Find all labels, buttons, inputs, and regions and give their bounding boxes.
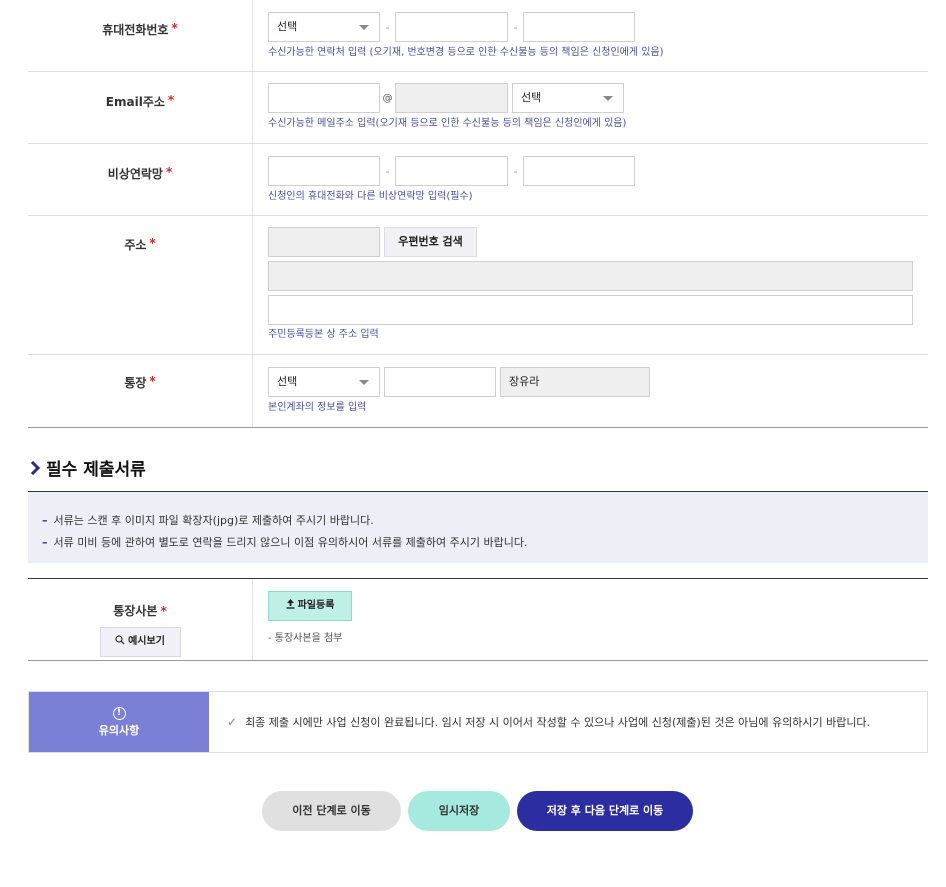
row-mobile: 휴대전화번호 * 선택 - - 수신가능한 연락처 입력 (오기재, 번호변경 등으… [28,0,928,72]
label-bank-text: 통장 [124,376,147,390]
value-emergency: - - 신청인의 휴대전화와 다른 비상연락망 입력(필수) [253,144,928,215]
bank-select-value: 선택 [277,375,298,388]
example-view-label: 예시보기 [128,636,165,647]
label-mobile-text: 휴대전화번호 [102,23,169,37]
email-domain-select[interactable]: 선택 [512,83,624,113]
chevron-down-icon [359,380,369,385]
temp-save-button[interactable]: 임시저장 [408,791,510,831]
mobile-help-text: 수신가능한 연락처 입력 (오기재, 번호변경 등으로 인한 수신불능 등의 책… [268,47,664,58]
mobile-last-input[interactable] [523,12,635,42]
dash-separator: - [513,164,518,178]
notice-bullet: – [42,536,48,549]
bank-select[interactable]: 선택 [268,367,380,397]
section-title-documents: 필수 제출서류 [25,455,146,480]
required-mark: * [160,604,167,618]
email-id-input[interactable] [268,83,380,113]
email-help-text: 수신가능한 메일주소 입력(오기재 등으로 인한 수신불능 등의 책임은 신청인… [268,118,627,129]
check-icon: ✓ [227,715,238,729]
emergency-middle-input[interactable] [395,156,508,186]
chevron-right-icon [25,460,41,475]
emergency-help-text: 신청인의 휴대전화와 다른 비상연락망 입력(필수) [268,191,473,202]
emergency-first-input[interactable] [268,156,380,186]
zipcode-search-button[interactable]: 우편번호 검색 [384,227,477,257]
chevron-down-icon [359,25,369,30]
caution-box: ! 유의사항 ✓ 최종 제출 시에만 사업 신청이 완료됩니다. 임시 저장 시… [28,691,928,753]
label-bankbook-text: 통장사본 [113,604,158,618]
emergency-last-input[interactable] [523,156,635,186]
zipcode-input[interactable] [268,227,380,257]
required-mark: * [171,21,178,35]
label-bankbook-title: 통장사본 * [113,602,166,619]
dash-separator: - [385,164,390,178]
dash-separator: - [513,20,518,34]
caution-text: 최종 제출 시에만 사업 신청이 완료됩니다. 임시 저장 시 이어서 작성할 … [245,716,871,729]
row-address: 주소 * 우편번호 검색 주민등록등본 상 주소 입력 [28,216,928,355]
save-next-button[interactable]: 저장 후 다음 단계로 이동 [517,791,693,831]
value-address: 우편번호 검색 주민등록등본 상 주소 입력 [253,216,928,354]
action-bar: 이전 단계로 이동 임시저장 저장 후 다음 단계로 이동 [0,791,946,831]
at-sign: @ [382,92,393,104]
mobile-prefix-select[interactable]: 선택 [268,12,380,42]
required-mark: * [149,374,156,388]
search-icon [115,635,125,645]
bank-help-text: 본인계좌의 정보를 입력 [268,402,367,413]
address-base-input[interactable] [268,261,913,291]
caution-body: ✓ 최종 제출 시에만 사업 신청이 완료됩니다. 임시 저장 시 이어서 작성… [209,692,927,752]
upload-icon [286,599,295,609]
caution-header: ! 유의사항 [29,692,209,752]
notice-text: 서류는 스캔 후 이미지 파일 확장자(jpg)로 제출하여 주시기 바랍니다. [53,514,374,527]
label-emergency-text: 비상연락망 [107,167,163,181]
file-upload-label: 파일등록 [297,600,335,611]
documents-notice: – 서류는 스캔 후 이미지 파일 확장자(jpg)로 제출하여 주시기 바랍니다… [28,491,928,563]
chevron-down-icon [603,96,613,101]
notice-bullet: – [42,514,48,527]
required-mark: * [167,93,175,107]
email-domain-select-value: 선택 [521,91,542,104]
address-help-text: 주민등록등본 상 주소 입력 [268,329,379,340]
dash-separator: - [385,20,390,34]
prev-step-button[interactable]: 이전 단계로 이동 [262,791,401,831]
required-mark: * [149,236,156,250]
row-email: Email주소 * @ 선택 수신가능한 메일주소 입력(오기재 등으로 인한 수… [28,72,928,144]
mobile-middle-input[interactable] [395,12,508,42]
account-number-input[interactable] [384,367,496,397]
caution-title: 유의사항 [98,723,140,737]
info-icon: ! [112,706,126,720]
applicant-form: 휴대전화번호 * 선택 -- 수신가능한 연락처 입력 (오기재, 번호변경 등으… [28,0,928,428]
row-bank: 통장 * 선택 장유라 본인계좌의 정보를 입력 [28,355,928,428]
row-emergency: 비상연락망 * - - 신청인의 휴대전화와 다른 비상연락망 입력(필수) [28,144,928,216]
value-mobile: 선택 - - 수신가능한 연락처 입력 (오기재, 번호변경 등으로 인한 수신불… [253,0,928,71]
label-email: Email주소 * [28,72,253,143]
label-emergency: 비상연락망 * [28,144,253,215]
account-holder-field: 장유라 [500,367,650,397]
address-detail-input[interactable] [268,295,913,325]
file-upload-button[interactable]: 파일등록 [268,591,352,621]
value-bank: 선택 장유라 본인계좌의 정보를 입력 [253,355,928,427]
notice-line: – 서류 미비 등에 관하여 별도로 연락을 드리지 않으니 이점 유의하시어 서… [42,532,914,554]
section-title-text: 필수 제출서류 [46,460,146,480]
mobile-prefix-value: 선택 [277,20,298,33]
value-bankbook: 파일등록 - 통장사본을 첨부 [253,579,928,660]
bankbook-upload-row: 통장사본 * 예시보기 파일등록 - 통장사본을 첨부 [28,578,928,661]
label-address: 주소 * [28,216,253,354]
label-address-text: 주소 [124,238,147,252]
label-bank: 통장 * [28,355,253,427]
example-view-button[interactable]: 예시보기 [99,627,181,657]
value-email: @ 선택 수신가능한 메일주소 입력(오기재 등으로 인한 수신불능 등의 책임… [253,72,928,143]
label-email-text: Email주소 [105,95,165,109]
label-mobile: 휴대전화번호 * [28,0,253,71]
notice-line: – 서류는 스캔 후 이미지 파일 확장자(jpg)로 제출하여 주시기 바랍니다… [42,510,914,532]
required-mark: * [165,165,173,179]
bankbook-help-text: - 통장사본을 첨부 [268,633,343,644]
label-bankbook: 통장사본 * 예시보기 [28,579,253,660]
email-domain-input[interactable] [395,83,508,113]
notice-text: 서류 미비 등에 관하여 별도로 연락을 드리지 않으니 이점 유의하시어 서류… [53,536,528,549]
